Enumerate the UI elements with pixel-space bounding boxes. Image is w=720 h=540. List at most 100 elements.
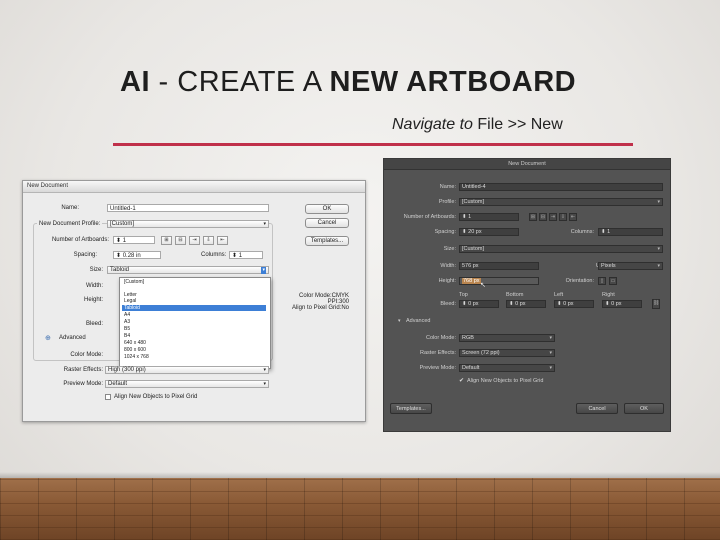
spacing-label: Spacing: bbox=[434, 229, 456, 235]
right-to-left-icon[interactable]: ⇤ bbox=[217, 236, 228, 245]
landscape-icon[interactable]: ▭ bbox=[609, 277, 617, 285]
size-dropdown-list[interactable]: [Custom] Letter Legal Tabloid A4 A3 B5 B… bbox=[119, 277, 271, 369]
color-mode-select[interactable]: RGB ▾ bbox=[459, 334, 555, 342]
subtitle-path: File >> New bbox=[477, 116, 563, 133]
stepper-icon: ⬍ bbox=[557, 301, 562, 307]
height-label: Height: bbox=[438, 278, 456, 284]
size-value: Tabloid bbox=[110, 267, 130, 273]
size-option[interactable]: 640 x 480 bbox=[122, 340, 266, 346]
profile-select[interactable]: [Custom] ▾ bbox=[459, 198, 663, 206]
bleed-top-field[interactable]: ⬍ 0 px bbox=[459, 300, 499, 308]
artboards-field[interactable]: ⬍ 1 bbox=[459, 213, 519, 221]
color-mode-label: Color Mode: bbox=[426, 335, 456, 341]
size-option[interactable]: A4 bbox=[122, 312, 266, 318]
grid-by-row-icon[interactable]: ⊞ bbox=[161, 236, 172, 245]
arrange-by-row-icon[interactable]: ⇥ bbox=[549, 213, 557, 221]
columns-value: 1 bbox=[607, 229, 611, 235]
width-field[interactable]: 576 px bbox=[459, 262, 539, 270]
chevron-down-icon: ▾ bbox=[549, 365, 552, 371]
columns-field[interactable]: ⬍ 1 bbox=[229, 251, 263, 259]
bleed-bottom-field[interactable]: ⬍ 0 px bbox=[506, 300, 546, 308]
stepper-icon: ⬍ bbox=[601, 229, 606, 235]
templates-button[interactable]: Templates... bbox=[390, 403, 432, 414]
grid-by-row-icon[interactable]: ⊞ bbox=[529, 213, 537, 221]
chevron-down-icon[interactable]: ▾ bbox=[398, 318, 401, 324]
arrange-by-column-icon[interactable]: ⇩ bbox=[559, 213, 567, 221]
preview-value: Default bbox=[462, 365, 480, 371]
bleed-top-label: Top bbox=[459, 292, 468, 298]
arrange-by-row-icon[interactable]: ⇥ bbox=[189, 236, 200, 245]
align-pixel-grid-label: Align New Objects to Pixel Grid bbox=[467, 378, 544, 384]
color-mode-value: RGB bbox=[462, 335, 474, 341]
size-select[interactable]: Tabloid ▾ bbox=[107, 266, 269, 274]
preview-value: Default bbox=[108, 381, 128, 387]
size-option[interactable]: [Custom] bbox=[122, 279, 266, 285]
bleed-label: Bleed: bbox=[85, 321, 103, 327]
grid-by-column-icon[interactable]: ⊟ bbox=[539, 213, 547, 221]
size-option[interactable]: 1024 x 768 bbox=[122, 354, 266, 360]
spacing-field[interactable]: ⬍ 0.28 in bbox=[113, 251, 161, 259]
size-select[interactable]: [Custom] ▾ bbox=[459, 245, 663, 253]
height-field[interactable]: 768 px bbox=[459, 277, 539, 285]
spacing-value: 0.28 in bbox=[122, 253, 141, 259]
profile-value: [Custom] bbox=[110, 221, 135, 227]
orientation-label: Orientation: bbox=[565, 278, 594, 284]
ok-button[interactable]: OK bbox=[305, 204, 349, 214]
cancel-button[interactable]: Cancel bbox=[576, 403, 618, 414]
spacing-field[interactable]: ⬍ 20 px bbox=[459, 228, 519, 236]
columns-field[interactable]: ⬍ 1 bbox=[598, 228, 663, 236]
ok-button[interactable]: OK bbox=[624, 403, 664, 414]
title-ai: AI bbox=[120, 66, 150, 98]
size-option[interactable]: A3 bbox=[122, 319, 266, 325]
artboards-label: Number of Artboards: bbox=[403, 214, 456, 220]
name-field[interactable]: Untitled-1 bbox=[107, 204, 269, 212]
stepper-icon: ⬍ bbox=[509, 301, 514, 307]
dialog-title: New Document bbox=[27, 183, 69, 189]
cursor-icon: ↖ bbox=[480, 282, 486, 289]
align-pixel-grid-checkbox[interactable]: ✔ bbox=[459, 377, 464, 384]
bleed-right-field[interactable]: ⬍ 0 px bbox=[602, 300, 642, 308]
align-pixel-grid-label: Align New Objects to Pixel Grid bbox=[114, 394, 198, 400]
artboards-value: 1 bbox=[122, 238, 127, 244]
artboards-value: 1 bbox=[468, 214, 472, 220]
columns-value: 1 bbox=[238, 253, 243, 259]
expand-advanced-icon[interactable]: ⊕ bbox=[45, 334, 51, 342]
new-document-dialog-light: New Document Name: Untitled-1 New Docume… bbox=[22, 180, 366, 422]
right-to-left-icon[interactable]: ⇤ bbox=[569, 213, 577, 221]
subtitle-prefix: Navigate to bbox=[392, 116, 478, 133]
size-value: [Custom] bbox=[462, 246, 485, 252]
name-field[interactable]: Untitled-4 bbox=[459, 183, 663, 191]
new-document-dialog-dark: New Document Name: Untitled-4 Profile: [… bbox=[383, 158, 671, 432]
align-pixel-grid-checkbox[interactable] bbox=[105, 394, 111, 400]
portrait-icon[interactable]: ▯ bbox=[598, 277, 606, 285]
artboards-field[interactable]: ⬍ 1 bbox=[113, 236, 155, 244]
dialog-titlebar: New Document bbox=[384, 159, 670, 170]
chevron-down-icon: ▾ bbox=[657, 263, 660, 269]
profile-select[interactable]: [Custom] ▾ bbox=[107, 220, 269, 228]
size-option[interactable]: B5 bbox=[122, 326, 266, 332]
units-select[interactable]: Pixels ▾ bbox=[598, 262, 663, 270]
raster-effects-select[interactable]: High (300 ppi) ▾ bbox=[105, 366, 269, 374]
arrange-by-column-icon[interactable]: ⇩ bbox=[203, 236, 214, 245]
size-option-selected[interactable]: Tabloid bbox=[122, 305, 266, 311]
preview-mode-label: Preview Mode: bbox=[419, 365, 456, 371]
preview-mode-select[interactable]: Default ▾ bbox=[459, 364, 555, 372]
bleed-top-value: 0 px bbox=[468, 301, 479, 307]
link-icon[interactable]: ⛓ bbox=[652, 299, 660, 309]
bleed-bottom-label: Bottom bbox=[506, 292, 524, 298]
cancel-button[interactable]: Cancel bbox=[305, 218, 349, 228]
raster-effects-select[interactable]: Screen (72 ppi) ▾ bbox=[459, 349, 555, 357]
stepper-icon: ⬍ bbox=[462, 229, 467, 235]
bleed-label: Bleed: bbox=[440, 301, 456, 307]
preview-mode-select[interactable]: Default ▾ bbox=[105, 380, 269, 388]
raster-effects-label: Raster Effects: bbox=[63, 367, 103, 373]
size-option[interactable]: B4 bbox=[122, 333, 266, 339]
size-label: Size: bbox=[443, 246, 456, 252]
bleed-left-field[interactable]: ⬍ 0 px bbox=[554, 300, 594, 308]
grid-by-column-icon[interactable]: ⊟ bbox=[175, 236, 186, 245]
size-option[interactable]: Legal bbox=[122, 298, 266, 304]
templates-button[interactable]: Templates... bbox=[305, 236, 349, 246]
title-emphasis: NEW ARTBOARD bbox=[329, 66, 577, 98]
spacing-value: 20 px bbox=[468, 229, 482, 235]
size-option[interactable]: 800 x 600 bbox=[122, 347, 266, 353]
